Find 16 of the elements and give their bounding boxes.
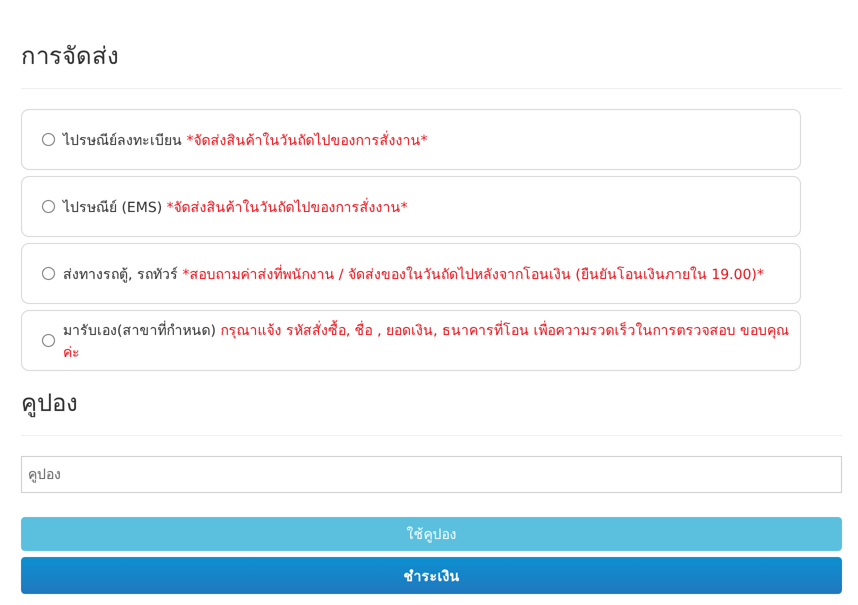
- shipping-option[interactable]: ไปรษณีย์ (EMS) *จัดส่งสินค้าในวันถัดไปของการสั่งงาน*: [21, 176, 801, 237]
- option-text: ส่งทางรถตู้, รถทัวร์ *สอบถามค่าส่งที่พนักงาน / จัดส่งของในวันถัดไปหลังจากโอนเงิน (ยืนยันโอนเงินภายใน 19.00)*: [63, 264, 764, 284]
- shipping-option[interactable]: ไปรษณีย์ลงทะเบียน *จัดส่งสินค้าในวันถัดไปของการสั่งงาน*: [21, 109, 801, 170]
- shipping-option[interactable]: มารับเอง(สาขาที่กำหนด) กรุณาแจ้ง รหัสสั่งซื้อ, ชื่อ , ยอดเงิน, ธนาคารที่โอน เพื่อความรวดเร็วในการตรวจสอบ ขอบคุณค่ะ: [21, 310, 801, 371]
- section-heading: คูปอง: [21, 388, 79, 420]
- radio-button[interactable]: [42, 200, 55, 213]
- pay-button[interactable]: ชำระเงิน: [21, 557, 842, 594]
- option-text: มารับเอง(สาขาที่กำหนด) กรุณาแจ้ง รหัสสั่งซื้อ, ชื่อ , ยอดเงิน, ธนาคารที่โอน เพื่อความรวดเร็วในการตรวจสอบ ขอบคุณค่ะ: [63, 318, 790, 362]
- shipping-option[interactable]: ส่งทางรถตู้, รถทัวร์ *สอบถามค่าส่งที่พนักงาน / จัดส่งของในวันถัดไปหลังจากโอนเงิน (ยืนยันโอนเงินภายใน 19.00)*: [21, 243, 801, 304]
- option-text: ไปรษณีย์ลงทะเบียน *จัดส่งสินค้าในวันถัดไปของการสั่งงาน*: [63, 130, 428, 150]
- radio-button[interactable]: [42, 133, 55, 146]
- option-text: ไปรษณีย์ (EMS) *จัดส่งสินค้าในวันถัดไปของการสั่งงาน*: [63, 196, 408, 218]
- section-heading: การจัดส่ง: [21, 41, 120, 72]
- radio-button[interactable]: [42, 267, 55, 280]
- coupon-field[interactable]: คูปอง: [21, 456, 842, 493]
- radio-button[interactable]: [42, 334, 55, 347]
